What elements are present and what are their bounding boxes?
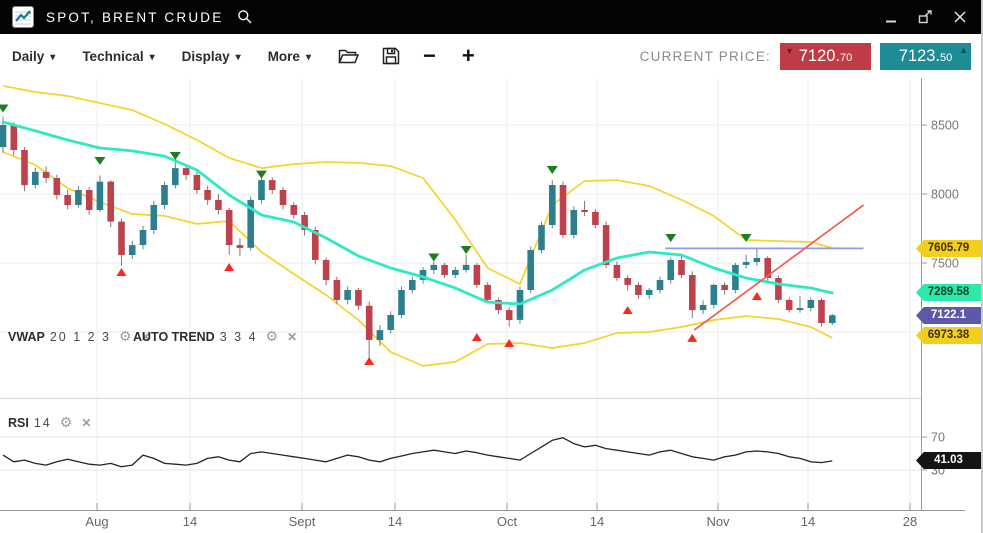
autotrend-params: 3 3 4	[220, 330, 258, 344]
zoom-in-button[interactable]: +	[462, 45, 475, 67]
autotrend-settings-gear-icon[interactable]: ⚙	[266, 328, 279, 345]
svg-text:70: 70	[931, 431, 945, 445]
save-icon[interactable]	[382, 47, 400, 65]
svg-text:Nov: Nov	[706, 514, 730, 529]
svg-text:14: 14	[801, 514, 815, 529]
ask-price-value: 7123.	[899, 47, 940, 66]
svg-text:14: 14	[183, 514, 197, 529]
bid-price-badge: ▼ 7120.70	[780, 43, 871, 70]
svg-text:28: 28	[903, 514, 917, 529]
svg-text:8000: 8000	[931, 188, 959, 202]
menu-display[interactable]: Display ▾	[182, 49, 241, 64]
svg-text:Sept: Sept	[289, 514, 316, 529]
price-label-badge: 7289.58	[916, 284, 981, 301]
open-folder-icon[interactable]	[338, 48, 359, 65]
menu-more-label: More	[268, 49, 300, 64]
chevron-down-icon: ▾	[236, 52, 241, 63]
svg-text:Aug: Aug	[85, 514, 108, 529]
current-price-label: CURRENT PRICE:	[640, 49, 771, 64]
search-icon[interactable]	[237, 9, 253, 25]
chevron-down-icon: ▾	[150, 52, 155, 63]
main-chart-canvas[interactable]: Aug14Sept14Oct14Nov14288500800075007030	[0, 0, 983, 533]
vwap-settings-gear-icon[interactable]: ⚙	[119, 328, 132, 345]
vwap-indicator-legend: VWAP 20 1 2 3 ⚙ ✕	[8, 328, 151, 345]
rsi-remove-icon[interactable]: ✕	[81, 416, 91, 430]
svg-text:Oct: Oct	[497, 514, 518, 529]
chevron-down-icon: ▾	[306, 52, 311, 63]
zoom-out-button[interactable]: −	[423, 45, 436, 67]
restore-window-button[interactable]	[918, 10, 933, 24]
up-arrow-icon: ▲	[959, 46, 968, 55]
rsi-name: RSI	[8, 416, 29, 430]
menu-timeframe[interactable]: Daily ▾	[12, 49, 55, 64]
symbol-title: SPOT, BRENT CRUDE	[46, 10, 223, 25]
autotrend-name: AUTO TREND	[133, 330, 215, 344]
svg-text:7500: 7500	[931, 257, 959, 271]
svg-text:8500: 8500	[931, 119, 959, 133]
menu-technical[interactable]: Technical ▾	[82, 49, 154, 64]
ask-price-badge: 7123.50 ▲	[880, 43, 971, 70]
chevron-down-icon: ▾	[50, 52, 55, 63]
autotrend-remove-icon[interactable]: ✕	[287, 330, 297, 344]
minimize-button[interactable]	[885, 11, 898, 24]
ask-price-decimals: 50	[940, 52, 952, 64]
vwap-params: 20 1 2 3	[50, 330, 111, 344]
title-bar: SPOT, BRENT CRUDE	[0, 0, 983, 34]
chart-toolbar: Daily ▾ Technical ▾ Display ▾ More ▾ − + CUR…	[0, 34, 983, 78]
svg-text:14: 14	[388, 514, 402, 529]
menu-technical-label: Technical	[82, 49, 143, 64]
price-label-badge: 7122.1	[916, 307, 981, 324]
bid-price-value: 7120.	[799, 47, 840, 66]
bid-price-decimals: 70	[840, 52, 852, 64]
rsi-params: 14	[34, 416, 52, 430]
app-logo-icon	[12, 6, 34, 28]
vwap-name: VWAP	[8, 330, 45, 344]
price-label-badge: 6973.38	[916, 327, 981, 344]
rsi-indicator-legend: RSI 14 ⚙ ✕	[8, 414, 91, 431]
menu-timeframe-label: Daily	[12, 49, 44, 64]
down-arrow-icon: ▼	[785, 47, 794, 56]
autotrend-indicator-legend: AUTO TREND 3 3 4 ⚙ ✕	[133, 328, 297, 345]
rsi-value-badge: 41.03	[916, 452, 981, 469]
svg-text:14: 14	[590, 514, 604, 529]
menu-display-label: Display	[182, 49, 230, 64]
rsi-settings-gear-icon[interactable]: ⚙	[60, 414, 73, 431]
close-button[interactable]	[953, 10, 967, 24]
price-label-badge: 7605.79	[916, 240, 981, 257]
menu-more[interactable]: More ▾	[268, 49, 311, 64]
